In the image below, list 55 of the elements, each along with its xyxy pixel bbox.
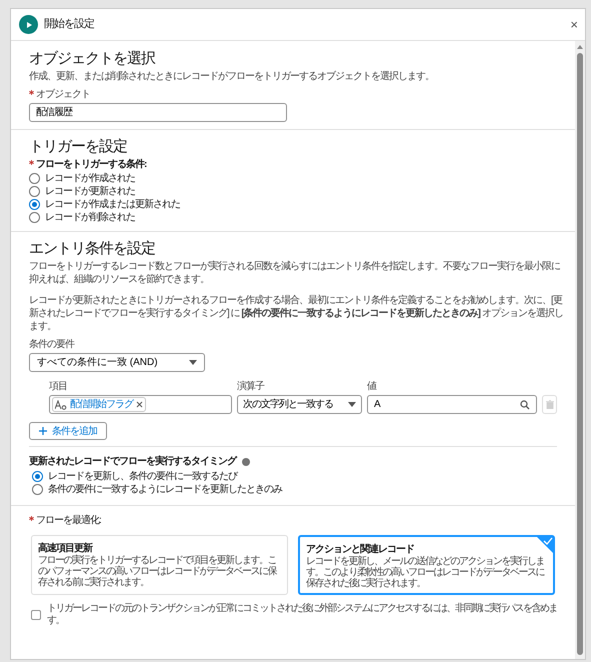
- radio-label: レコードを更新し、条件の要件に一致するたび: [48, 470, 237, 483]
- section-heading: オブジェクトを選択: [29, 49, 156, 68]
- text-type-icon: [55, 400, 67, 410]
- remove-icon[interactable]: [136, 401, 143, 408]
- radio-button[interactable]: [29, 173, 40, 184]
- check-icon: [536, 536, 554, 554]
- field-select[interactable]: 配信開始フラグ: [49, 395, 232, 414]
- section-description: 作成、更新、または削除されたときにレコードがフローをトリガーするオブジェクトを選択します。: [29, 70, 435, 83]
- play-icon: [19, 15, 38, 34]
- field-label: フローをトリガーする条件:: [29, 159, 557, 171]
- radio-label: レコードが作成された: [45, 172, 135, 185]
- scroll-up-icon[interactable]: [577, 45, 583, 49]
- checkbox[interactable]: [31, 610, 41, 620]
- card-description: フローの実行をトリガーするレコードで項目を更新します。このパフォーマンスの高いフローはレコードがデータベースに保存される前に実行されます。: [38, 555, 276, 588]
- option-card[interactable]: 高速項目更新 フローの実行をトリガーするレコードで項目を更新します。このパフォーマンスの高いフローはレコードがデータベースに保存される前に実行されます。: [31, 535, 288, 595]
- field-label: 値: [367, 381, 378, 393]
- dialog-title: 開始を設定: [44, 16, 94, 32]
- radio-button[interactable]: [29, 186, 40, 197]
- field-label: 条件の要件: [29, 339, 76, 351]
- trash-icon: [546, 400, 554, 409]
- radio-button[interactable]: [32, 471, 43, 482]
- info-icon[interactable]: [242, 458, 250, 466]
- plus-icon: [39, 427, 47, 435]
- card-description: レコードを更新し、メールの送信などのアクションを実行します。このより柔軟性の高いフローはレコードがデータベースに保存された後に実行されます。: [306, 556, 544, 589]
- field-label: 更新されたレコードでフローを実行するタイミング: [29, 456, 236, 468]
- radio-label: レコードが削除された: [45, 211, 135, 224]
- field-label: フローを最適化:: [29, 515, 557, 527]
- caret-icon: [189, 360, 197, 365]
- card-title: アクションと関連レコード: [306, 543, 415, 556]
- radio-button[interactable]: [32, 484, 43, 495]
- section-description: レコードが更新されたときにトリガーされるフローを作成する場合、最初にエントリ条件を定義することをお勧めします。次に、[更新されたレコードでフローを実行するタイミング] に [条件の要件に一致するようにレコードを更新したときのみ] オプションを選択します。: [29, 294, 564, 333]
- add-condition-button[interactable]: 条件を追加: [29, 422, 107, 440]
- condition-requirement-select[interactable]: すべての条件に一致 (AND): [29, 353, 205, 372]
- close-button[interactable]: ×: [570, 18, 577, 31]
- search-icon: [520, 400, 530, 410]
- radio-label: レコードが更新された: [45, 185, 135, 198]
- field-label: 項目: [49, 381, 68, 393]
- option-card[interactable]: アクションと関連レコード レコードを更新し、メールの送信などのアクションを実行します。このより柔軟性の高いフローはレコードがデータベースに保存された後に実行されます。: [298, 535, 555, 595]
- section-description: フローをトリガーするレコード数とフローが実行される回数を減らすにはエントリ条件を指定します。不要なフロー実行を最小限に抑えれば、組織のリソースを節約できます。: [29, 260, 561, 286]
- radio-button[interactable]: [29, 212, 40, 223]
- field-label: オブジェクト: [29, 89, 557, 101]
- section-heading: トリガーを設定: [29, 137, 128, 156]
- field-label: 演算子: [237, 381, 266, 393]
- radio-label: レコードが作成または更新された: [45, 198, 180, 211]
- card-title: 高速項目更新: [38, 542, 94, 554]
- value-field[interactable]: A: [367, 395, 537, 414]
- caret-icon: [348, 402, 356, 407]
- operator-select[interactable]: 次の文字列と一致する: [237, 395, 362, 414]
- object-field[interactable]: 配信履歴: [29, 103, 287, 122]
- radio-button[interactable]: [29, 199, 40, 210]
- field-pill[interactable]: 配信開始フラグ: [52, 397, 146, 412]
- radio-label: 条件の要件に一致するようにレコードを更新したときのみ: [48, 483, 282, 496]
- checkbox-label: トリガーレコードの元のトランザクションが正常にコミットされた後に外部システムにアクセスするには、非同期に実行パスを含めます。: [47, 603, 557, 627]
- scrollbar[interactable]: [575, 41, 585, 659]
- section-heading: エントリ条件を設定: [29, 239, 156, 258]
